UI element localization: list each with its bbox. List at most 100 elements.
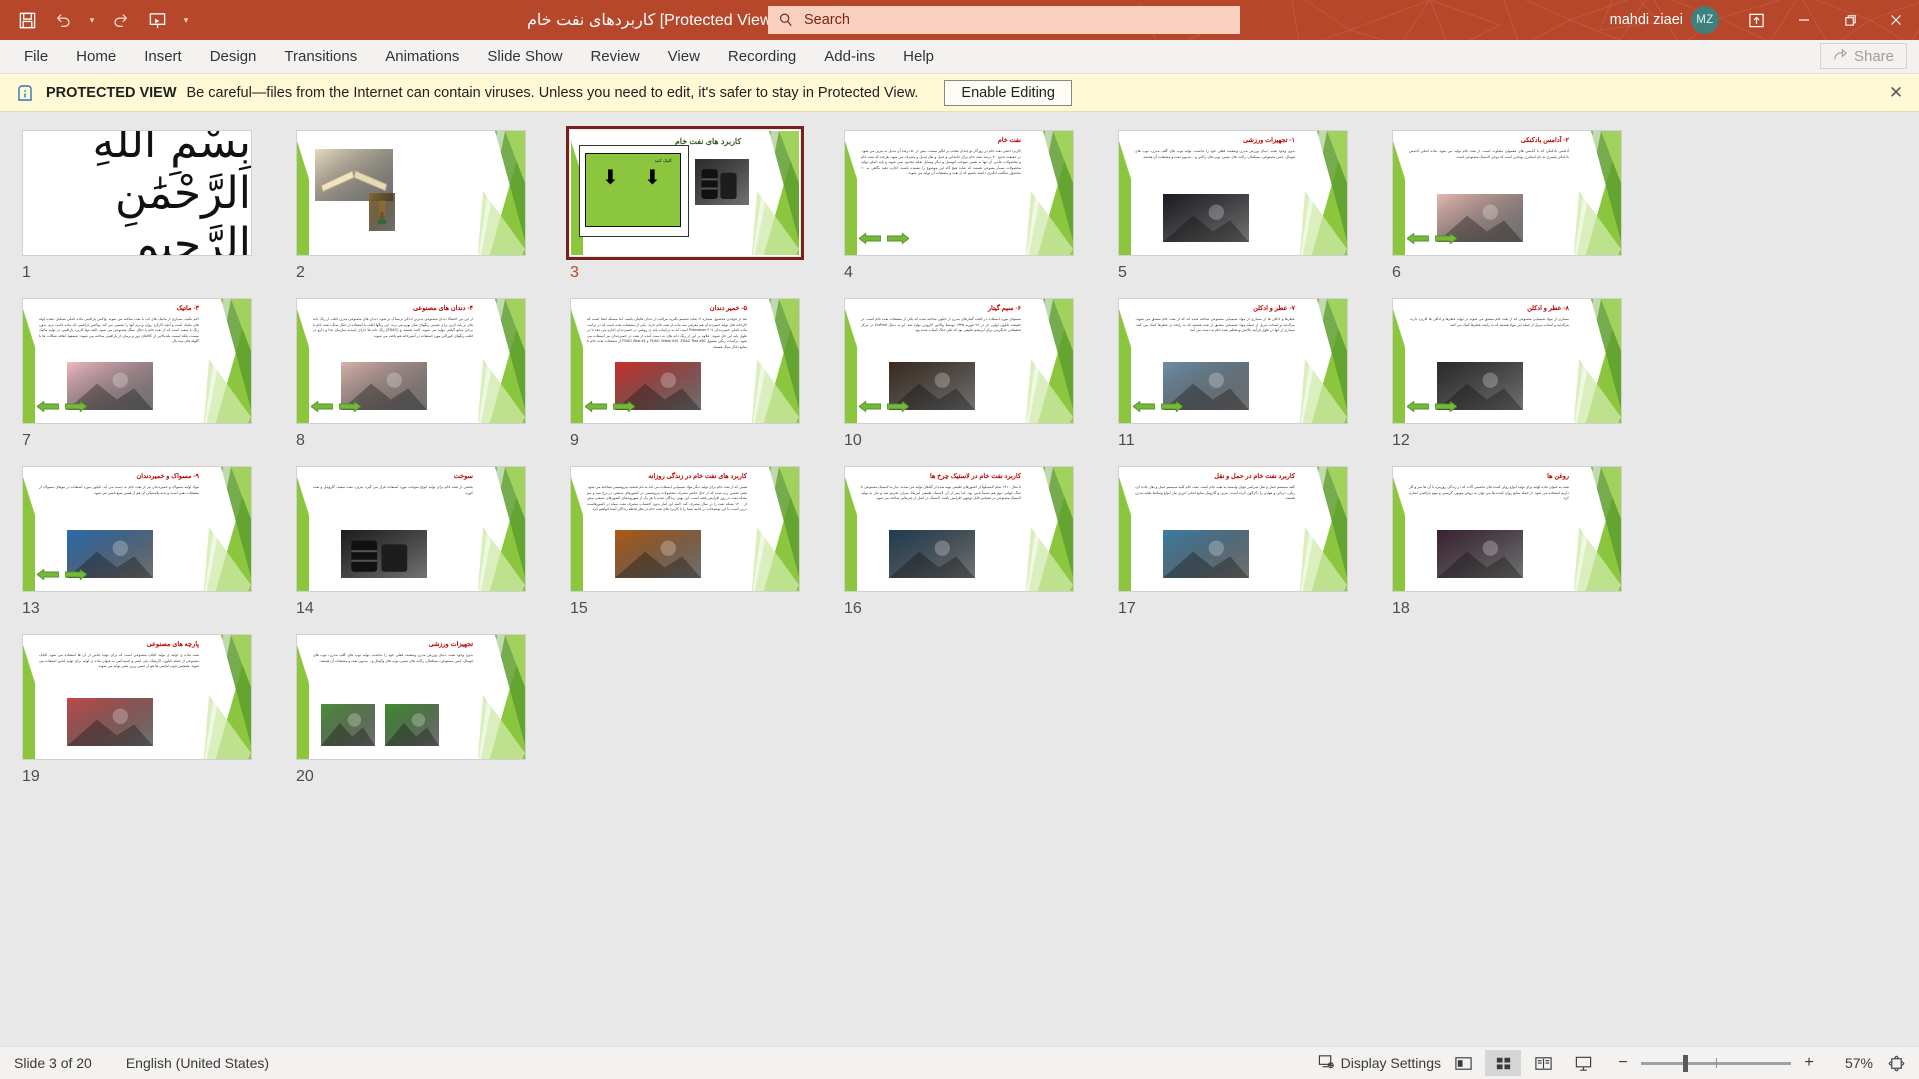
oil-pumpjacks-image (1437, 530, 1523, 583)
redo-icon[interactable] (104, 5, 138, 35)
quick-access-toolbar[interactable]: ▾ ▾ (0, 5, 196, 35)
zoom-controls[interactable]: − + 57% (1615, 1050, 1909, 1076)
undo-dropdown-icon[interactable]: ▾ (82, 5, 102, 35)
zoom-out-button[interactable]: − (1615, 1054, 1631, 1072)
slide-thumbnail[interactable]: کاربرد نفت خام در حمل و نقل کلیه سیستم حم… (1114, 462, 1352, 596)
next-arrow-icon[interactable] (1435, 232, 1457, 245)
tab-help[interactable]: Help (889, 40, 948, 74)
zoom-slider[interactable] (1641, 1054, 1791, 1072)
tab-transitions[interactable]: Transitions (270, 40, 371, 74)
slide-thumbnail[interactable]: پارچه های مصنوعی نفت ماده ی اولیه ی تولید… (18, 630, 256, 764)
navigation-arrows[interactable] (37, 400, 87, 413)
close-icon[interactable]: ✕ (1885, 82, 1907, 104)
previous-arrow-icon[interactable] (1407, 232, 1429, 245)
undo-icon[interactable] (46, 5, 80, 35)
enable-editing-button[interactable]: Enable Editing (944, 79, 1072, 106)
tab-home[interactable]: Home (62, 40, 130, 74)
minimize-icon[interactable] (1781, 0, 1827, 40)
slide-thumbnail[interactable]: ۸- عطر و ادکلن بسیاری از مواد شیمیایی مصن… (1388, 294, 1626, 428)
slide-show-button[interactable] (1565, 1050, 1601, 1076)
next-arrow-icon[interactable] (887, 232, 909, 245)
next-arrow-icon[interactable] (1161, 400, 1183, 413)
slide-thumbnail[interactable]: ۳- ماتیک اخم نکنید، بسیاری از ماتیک های ل… (18, 294, 256, 428)
avatar[interactable]: MZ (1691, 6, 1719, 34)
previous-arrow-icon[interactable] (311, 400, 333, 413)
zoom-in-button[interactable]: + (1801, 1054, 1817, 1072)
navigation-arrows[interactable] (1407, 400, 1457, 413)
slide-thumbnail[interactable]: کاربرد های نفت خام کلیک کنید ⬇ ⬇ (566, 126, 804, 260)
tab-insert[interactable]: Insert (130, 40, 196, 74)
slide-thumbnail[interactable]: بِسْمِ اللَّهِ الرَّحْمَٰنِ الرَّحِيمِ (18, 126, 256, 260)
save-icon[interactable] (10, 5, 44, 35)
previous-arrow-icon[interactable] (585, 400, 607, 413)
slide-body-text: بعد از خواندن محصول شماره ۴، شاید تصمیم … (587, 317, 747, 349)
previous-arrow-icon[interactable] (37, 568, 59, 581)
ribbon-display-options-icon[interactable] (1731, 0, 1781, 40)
slide-sorter-pane[interactable]: بِسْمِ اللَّهِ الرَّحْمَٰنِ الرَّحِيمِ 1… (0, 112, 1919, 1046)
customize-qat-icon[interactable]: ▾ (176, 5, 196, 35)
navigation-arrows[interactable] (859, 400, 909, 413)
slide-thumbnail[interactable]: کاربرد نفت خام در لاستیک چرخ ها تا سال ۱۹… (840, 462, 1078, 596)
slide-thumbnail[interactable]: ۱- تجهیزات ورزشی بدون وجود نفت، دنیای ورز… (1114, 126, 1352, 260)
tab-design[interactable]: Design (196, 40, 271, 74)
slide-thumbnail[interactable]: نفت خام کاربرد اصلی نفت خام در روزگار نو … (840, 126, 1078, 260)
slide-thumbnail[interactable]: تجهیزات ورزشی بدون وجود نفت، دنیای ورزش م… (292, 630, 530, 764)
slide-thumbnail[interactable]: سوخت بخشی از نفت خام برای تولید انواع سوخ… (292, 462, 530, 596)
slide-thumbnail[interactable]: ۵- خمیر دندان بعد از خواندن محصول شماره ۴… (566, 294, 804, 428)
next-arrow-icon[interactable] (65, 400, 87, 413)
next-arrow-icon[interactable] (339, 400, 361, 413)
navigation-arrows[interactable] (1133, 400, 1183, 413)
share-button[interactable]: Share (1819, 43, 1907, 69)
navigation-arrows[interactable] (585, 400, 635, 413)
next-arrow-icon[interactable] (613, 400, 635, 413)
tab-review[interactable]: Review (576, 40, 653, 74)
tab-add-ins[interactable]: Add-ins (810, 40, 889, 74)
navigation-arrows[interactable] (311, 400, 361, 413)
language-indicator[interactable]: English (United States) (126, 1055, 269, 1071)
slide-cell: کاربرد های نفت خام کلیک کنید ⬇ ⬇ 3 (566, 126, 840, 282)
zoom-slider-handle[interactable] (1683, 1054, 1688, 1072)
slide-number: 1 (22, 264, 31, 281)
slide-title: کاربرد نفت خام در حمل و نقل (1214, 473, 1295, 480)
navigation-arrows[interactable] (859, 232, 909, 245)
slide-sorter-button[interactable] (1485, 1050, 1521, 1076)
tab-slide-show[interactable]: Slide Show (473, 40, 576, 74)
slide-thumbnail[interactable]: ۶- سیم گیتار سیمهای مورد استفاده در اغلب … (840, 294, 1078, 428)
click-area-box[interactable]: کلیک کنید ⬇ ⬇ (585, 153, 681, 227)
reading-view-button[interactable] (1525, 1050, 1561, 1076)
tab-recording[interactable]: Recording (714, 40, 810, 74)
slide-thumbnail[interactable]: روغن ها نفت به عنوان ماده اولیه برای تولی… (1388, 462, 1626, 596)
navigation-arrows[interactable] (1407, 232, 1457, 245)
slide-title: ۴- دندان های مصنوعی (412, 305, 473, 312)
navigation-arrows[interactable] (37, 568, 87, 581)
search-box[interactable]: Search (768, 6, 1240, 34)
next-arrow-icon[interactable] (1435, 400, 1457, 413)
close-icon[interactable] (1873, 0, 1919, 40)
slide-cell: ۸- عطر و ادکلن بسیاری از مواد شیمیایی مصن… (1388, 294, 1662, 450)
next-arrow-icon[interactable] (65, 568, 87, 581)
restore-icon[interactable] (1827, 0, 1873, 40)
fit-to-window-icon[interactable] (1883, 1050, 1909, 1076)
display-settings-button[interactable]: Display Settings (1318, 1053, 1441, 1073)
normal-view-button[interactable] (1445, 1050, 1481, 1076)
slide-indicator[interactable]: Slide 3 of 20 (14, 1055, 92, 1071)
previous-arrow-icon[interactable] (859, 232, 881, 245)
zoom-level-label[interactable]: 57% (1827, 1055, 1873, 1071)
slide-thumbnail[interactable]: ۴- دندان های مصنوعی از این بین احتمالا دن… (292, 294, 530, 428)
tab-file[interactable]: File (10, 40, 62, 74)
slide-body-text: کاربرد اصلی نفت خام در روزگار نو چندان ت… (861, 149, 1021, 176)
tab-animations[interactable]: Animations (371, 40, 473, 74)
slide-thumbnail[interactable]: ۹- مسواک و خمیردندان مواد اولیه مسواک و خ… (18, 462, 256, 596)
start-presentation-icon[interactable] (140, 5, 174, 35)
tab-view[interactable]: View (654, 40, 714, 74)
previous-arrow-icon[interactable] (1407, 400, 1429, 413)
previous-arrow-icon[interactable] (859, 400, 881, 413)
slide-thumbnail[interactable]: ۲- آدامس بادکنکی آدامس بادکنکی که با آدام… (1388, 126, 1626, 260)
slide-thumbnail[interactable]: کاربرد های نفت خام در زندگی روزانه همین ک… (566, 462, 804, 596)
previous-arrow-icon[interactable] (1133, 400, 1155, 413)
slide-thumbnail[interactable] (292, 126, 530, 260)
previous-arrow-icon[interactable] (37, 400, 59, 413)
next-arrow-icon[interactable] (887, 400, 909, 413)
status-bar: Slide 3 of 20 English (United States) Di… (0, 1046, 1919, 1079)
slide-thumbnail[interactable]: ۷- عطر و ادکلن عطرها و ادکلن ها از بسیاری… (1114, 294, 1352, 428)
